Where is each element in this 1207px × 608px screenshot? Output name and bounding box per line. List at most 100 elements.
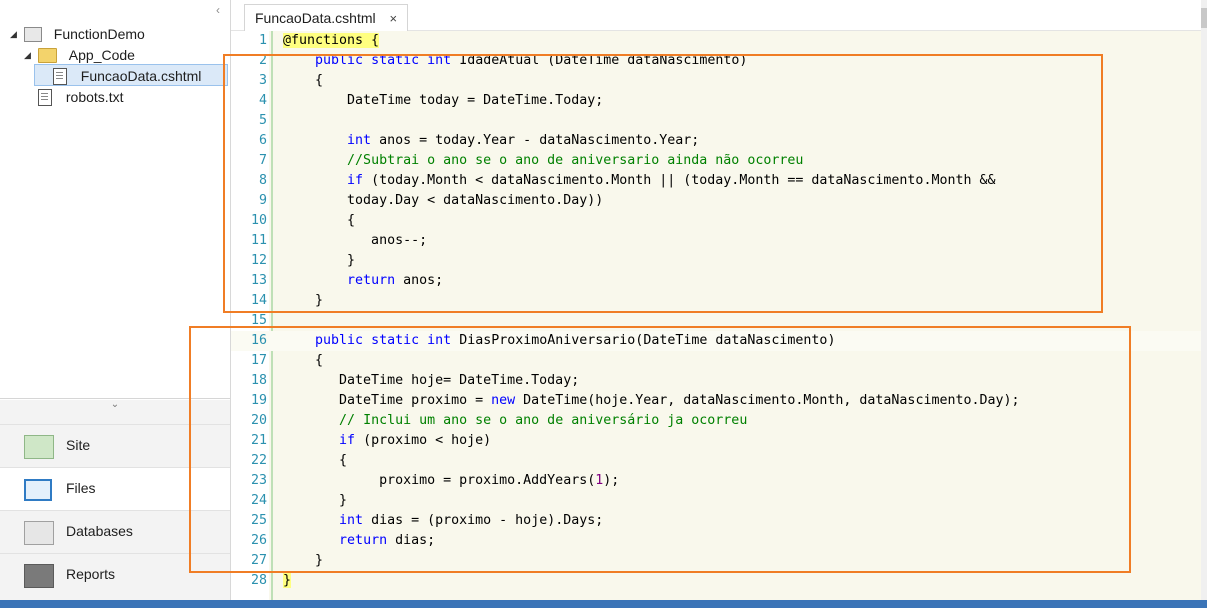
- site-explorer-pane: ‹ ◢ FunctionDemo ◢ App_Code FuncaoData.c…: [0, 0, 231, 600]
- code-text: {: [283, 211, 355, 231]
- code-token: {: [283, 213, 356, 228]
- tree-item-selected-file[interactable]: FuncaoData.cshtml: [34, 64, 228, 86]
- line-number: 28: [250, 573, 267, 588]
- code-line[interactable]: 8 if (today.Month < dataNascimento.Month…: [231, 171, 1201, 191]
- line-number: 18: [250, 373, 267, 388]
- code-line[interactable]: 21 if (proximo < hoje): [231, 431, 1201, 451]
- code-token: public: [315, 53, 364, 68]
- scrollbar-thumb[interactable]: [1201, 8, 1207, 28]
- code-line[interactable]: 9 today.Day < dataNascimento.Day)): [231, 191, 1201, 211]
- code-token: }: [283, 553, 324, 568]
- code-token: }: [283, 493, 348, 508]
- code-line[interactable]: 15: [231, 311, 1201, 331]
- code-line[interactable]: 1 @functions {: [231, 31, 1201, 51]
- chevron-down-icon[interactable]: ⌄: [111, 399, 119, 410]
- code-text: proximo = proximo.AddYears(1);: [283, 471, 619, 491]
- code-token: if: [339, 433, 356, 448]
- code-line[interactable]: 7 //Subtrai o ano se o ano de aniversari…: [231, 151, 1201, 171]
- code-token: DateTime(hoje.Year, dataNascimento.Month…: [515, 393, 1020, 408]
- site-icon: [24, 435, 54, 459]
- tree-item-project[interactable]: ◢ FunctionDemo: [10, 23, 145, 43]
- code-line[interactable]: 3 {: [231, 71, 1201, 91]
- code-line[interactable]: 12 }: [231, 251, 1201, 271]
- code-text: if (proximo < hoje): [283, 431, 491, 451]
- code-line[interactable]: 19 DateTime proximo = new DateTime(hoje.…: [231, 391, 1201, 411]
- code-line[interactable]: 6 int anos = today.Year - dataNascimento…: [231, 131, 1201, 151]
- code-line[interactable]: 4 DateTime today = DateTime.Today;: [231, 91, 1201, 111]
- code-text: }: [283, 491, 347, 511]
- nav-item-reports[interactable]: Reports: [0, 553, 230, 596]
- code-line[interactable]: 23 proximo = proximo.AddYears(1);: [231, 471, 1201, 491]
- code-text: anos--;: [283, 231, 427, 251]
- line-number: 27: [250, 553, 267, 568]
- nav-item-label: Reports: [66, 566, 116, 582]
- nav-item-files[interactable]: Files: [0, 467, 230, 510]
- tab-funcaodata[interactable]: FuncaoData.cshtml ×: [244, 4, 409, 32]
- file-tree: ‹ ◢ FunctionDemo ◢ App_Code FuncaoData.c…: [0, 0, 230, 400]
- tree-item-file[interactable]: robots.txt: [38, 86, 123, 106]
- tab-label: FuncaoData.cshtml: [255, 10, 376, 26]
- close-tab-icon[interactable]: ×: [390, 11, 398, 26]
- code-line[interactable]: 25 int dias = (proximo - hoje).Days;: [231, 511, 1201, 531]
- collapse-pane-chevron-icon[interactable]: ‹: [216, 3, 220, 17]
- line-number: 5: [258, 113, 267, 128]
- code-token: return: [347, 273, 396, 288]
- code-token: DateTime hoje= DateTime.Today;: [283, 373, 580, 388]
- code-line[interactable]: 5: [231, 111, 1201, 131]
- line-number: 20: [250, 413, 267, 428]
- line-number: 24: [250, 493, 267, 508]
- code-token: @functions {: [283, 33, 380, 48]
- line-number: 3: [258, 73, 267, 88]
- code-editor[interactable]: 1 @functions {2 public static int IdadeAt…: [189, 31, 1201, 600]
- code-token: IdadeAtual (DateTime dataNascimento): [451, 53, 748, 68]
- expanded-arrow-icon[interactable]: ◢: [24, 45, 34, 65]
- code-line[interactable]: 14 }: [231, 291, 1201, 311]
- code-text: {: [283, 351, 323, 371]
- code-line[interactable]: 11 anos--;: [231, 231, 1201, 251]
- code-line[interactable]: 20 // Inclui um ano se o ano de aniversá…: [231, 411, 1201, 431]
- code-text: }: [283, 571, 292, 591]
- code-token: (proximo < hoje): [355, 433, 492, 448]
- code-line[interactable]: 16 public static int DiasProximoAniversa…: [231, 331, 1201, 351]
- code-token: return: [339, 533, 388, 548]
- code-token: int: [427, 53, 452, 68]
- line-number: 11: [250, 233, 267, 248]
- code-token: }: [283, 573, 292, 588]
- code-line[interactable]: 27 }: [231, 551, 1201, 571]
- code-text: {: [283, 451, 347, 471]
- code-text: public static int DiasProximoAniversario…: [283, 331, 835, 351]
- line-number: 17: [250, 353, 267, 368]
- code-text: // Inclui um ano se o ano de aniversário…: [283, 411, 747, 431]
- nav-item-databases[interactable]: Databases: [0, 510, 230, 553]
- code-line[interactable]: 2 public static int IdadeAtual (DateTime…: [231, 51, 1201, 71]
- tree-item-label: App_Code: [68, 47, 135, 64]
- code-line[interactable]: 17 {: [231, 351, 1201, 371]
- code-token: {: [283, 73, 324, 88]
- code-line[interactable]: 22 {: [231, 451, 1201, 471]
- reports-icon: [24, 564, 54, 588]
- code-line[interactable]: 18 DateTime hoje= DateTime.Today;: [231, 371, 1201, 391]
- code-token: public: [315, 333, 364, 348]
- expanded-arrow-icon[interactable]: ◢: [10, 24, 20, 44]
- nav-item-site[interactable]: Site: [0, 424, 230, 467]
- pane-splitter[interactable]: ⌄: [0, 398, 230, 411]
- code-area[interactable]: 1 @functions {2 public static int IdadeAt…: [231, 31, 1201, 600]
- code-line[interactable]: 24 }: [231, 491, 1201, 511]
- vertical-scrollbar[interactable]: [1201, 0, 1207, 600]
- folder-icon: [37, 47, 57, 63]
- code-line[interactable]: 13 return anos;: [231, 271, 1201, 291]
- line-number: 9: [258, 193, 267, 208]
- tree-item-folder[interactable]: ◢ App_Code: [24, 44, 135, 64]
- code-token: static: [371, 53, 420, 68]
- line-number: 12: [250, 253, 267, 268]
- code-line[interactable]: 26 return dias;: [231, 531, 1201, 551]
- code-text: return anos;: [283, 271, 443, 291]
- code-line[interactable]: 28}: [231, 571, 1201, 591]
- code-line[interactable]: 10 {: [231, 211, 1201, 231]
